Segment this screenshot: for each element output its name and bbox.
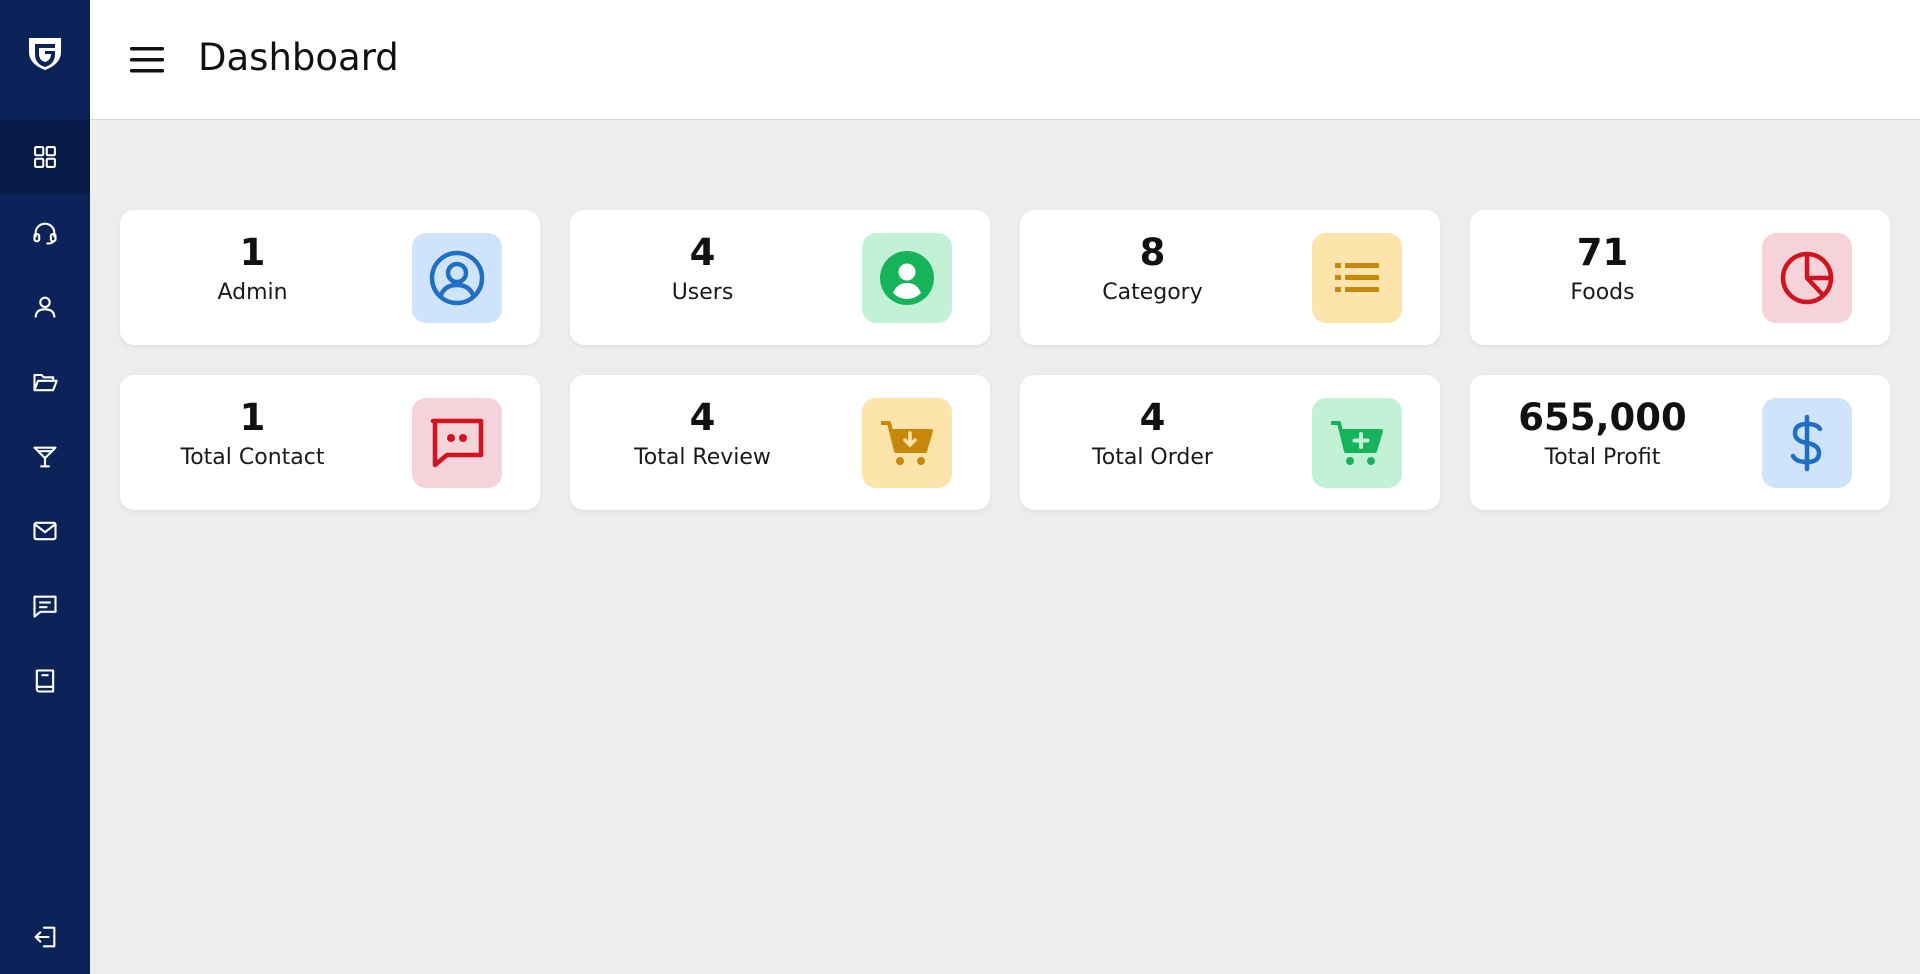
sidebar-item-foods[interactable] xyxy=(0,420,90,494)
cart-download-icon xyxy=(881,421,933,465)
sidebar-item-reviews[interactable] xyxy=(0,569,90,643)
stat-card-foods[interactable]: 71 Foods xyxy=(1470,210,1890,345)
stat-card-text: 1 Admin xyxy=(120,230,385,308)
list-icon xyxy=(1335,263,1379,292)
page-title: Dashboard xyxy=(198,36,399,79)
stat-label: Users xyxy=(671,280,734,305)
sidebar-item-orders[interactable] xyxy=(0,644,90,718)
stat-card-text: 4 Total Order xyxy=(1020,395,1285,473)
stat-value: 1 xyxy=(239,396,266,439)
stat-label: Category xyxy=(1102,280,1203,305)
stat-value: 71 xyxy=(1576,231,1629,274)
sidebar-item-dashboard[interactable] xyxy=(0,120,90,194)
user-icon xyxy=(34,296,56,318)
pie-chart-icon xyxy=(1780,251,1834,305)
brand-logo[interactable] xyxy=(0,0,90,104)
stat-icon-box xyxy=(412,233,502,323)
user-circle-icon xyxy=(429,250,485,306)
shield-logo-icon xyxy=(29,38,61,70)
stat-label: Total Contact xyxy=(180,445,325,470)
headset-icon xyxy=(33,222,57,245)
sidebar-item-categories[interactable] xyxy=(0,345,90,419)
folder-open-icon xyxy=(33,373,58,392)
stat-label: Foods xyxy=(1570,280,1635,305)
grid-icon xyxy=(34,146,56,168)
sidebar-item-users[interactable] xyxy=(0,270,90,344)
stat-label: Total Review xyxy=(634,445,771,470)
stat-label: Total Order xyxy=(1092,445,1213,470)
cocktail-icon xyxy=(33,446,57,468)
stat-icon-box xyxy=(1312,233,1402,323)
stat-card-text: 4 Users xyxy=(570,230,835,308)
stat-value: 1 xyxy=(239,231,266,274)
stat-card-category[interactable]: 8 Category xyxy=(1020,210,1440,345)
stat-icon-box xyxy=(862,233,952,323)
stat-icon-box xyxy=(1312,398,1402,488)
stat-card-users[interactable]: 4 Users xyxy=(570,210,990,345)
stat-card-text: 4 Total Review xyxy=(570,395,835,473)
stat-card-total-order[interactable]: 4 Total Order xyxy=(1020,375,1440,510)
stat-card-text: 8 Category xyxy=(1020,230,1285,308)
cart-plus-icon xyxy=(1331,421,1383,465)
stat-icon-box xyxy=(862,398,952,488)
stat-card-total-contact[interactable]: 1 Total Contact xyxy=(120,375,540,510)
menu-toggle-button[interactable] xyxy=(128,42,166,78)
stat-value: 4 xyxy=(689,396,716,439)
user-solid-circle-icon xyxy=(880,251,934,305)
message-icon xyxy=(33,595,57,618)
stat-card-text: 655,000 Total Profit xyxy=(1470,395,1735,473)
chat-icon xyxy=(430,418,484,468)
stat-card-total-review[interactable]: 4 Total Review xyxy=(570,375,990,510)
logout-icon xyxy=(34,926,56,948)
stat-label: Admin xyxy=(217,280,288,305)
sidebar-item-contacts[interactable] xyxy=(0,494,90,568)
stat-label: Total Profit xyxy=(1544,445,1661,470)
book-icon xyxy=(35,669,55,693)
stat-card-text: 71 Foods xyxy=(1470,230,1735,308)
mail-icon xyxy=(33,521,57,541)
stat-icon-box xyxy=(412,398,502,488)
topbar: Dashboard xyxy=(90,0,1920,120)
stat-value: 4 xyxy=(689,231,716,274)
dollar-icon xyxy=(1790,414,1823,472)
stat-icon-box xyxy=(1762,233,1852,323)
logout-button[interactable] xyxy=(0,900,90,974)
stat-card-text: 1 Total Contact xyxy=(120,395,385,473)
sidebar-item-support[interactable] xyxy=(0,196,90,270)
stat-value: 655,000 xyxy=(1518,396,1687,439)
stat-value: 8 xyxy=(1139,231,1166,274)
stat-icon-box xyxy=(1762,398,1852,488)
stat-card-total-profit[interactable]: 655,000 Total Profit xyxy=(1470,375,1890,510)
stat-card-admin[interactable]: 1 Admin xyxy=(120,210,540,345)
hamburger-icon xyxy=(130,47,164,73)
sidebar xyxy=(0,0,90,974)
stat-value: 4 xyxy=(1139,396,1166,439)
